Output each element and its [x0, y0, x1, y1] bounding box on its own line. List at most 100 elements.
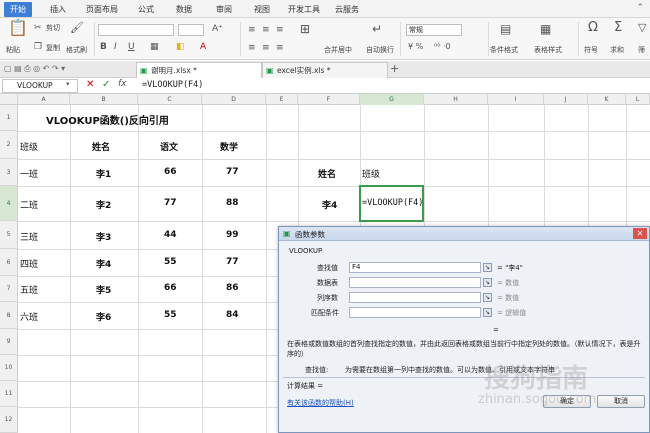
font-name-box[interactable] [98, 24, 174, 36]
cell-class[interactable]: 一班 [20, 167, 38, 180]
cut-icon[interactable]: ✂ [34, 23, 42, 33]
merge-center-label[interactable]: 合并居中 [324, 45, 352, 55]
cell-name[interactable]: 李5 [96, 283, 111, 296]
cell-lookup-name-label[interactable]: 姓名 [318, 167, 336, 180]
cell-lookup-class-label[interactable]: 班级 [362, 167, 380, 180]
cell-chinese[interactable]: 55 [164, 257, 177, 267]
align-center-icon[interactable]: ≡ [262, 43, 270, 53]
col-header[interactable]: D [202, 94, 266, 105]
cell-class[interactable]: 三班 [20, 230, 38, 243]
col-header[interactable]: J [544, 94, 588, 105]
formula-input[interactable]: =VLOOKUP(F4) [142, 80, 203, 90]
cell-header-class[interactable]: 班级 [20, 140, 38, 153]
decimal-icon[interactable]: ⁰⁰ ·0 [434, 42, 451, 52]
col-header[interactable]: E [266, 94, 298, 105]
cell-math[interactable]: 77 [226, 257, 239, 267]
cell-chinese[interactable]: 77 [164, 198, 177, 208]
sum-label[interactable]: 求和 [610, 45, 624, 55]
file-tab-inactive[interactable]: ▣ excel实例.xls * [262, 62, 388, 78]
cell-header-name[interactable]: 姓名 [92, 140, 110, 153]
cell-name[interactable]: 李3 [96, 230, 111, 243]
confirm-icon[interactable]: ✓ [102, 79, 110, 90]
copy-icon[interactable]: ❐ [34, 42, 42, 52]
align-left-icon[interactable]: ≡ [248, 43, 256, 53]
quick-access-icons[interactable]: ▢ ▤ ⎙ ◎ ↶ ↷ ▾ [4, 64, 65, 74]
tab-review[interactable]: 审阅 [210, 3, 238, 16]
increase-font-icon[interactable]: A⁺ [212, 24, 223, 34]
col-header-selected[interactable]: G [360, 94, 424, 105]
row-header[interactable]: 8 [0, 302, 18, 329]
cell-math[interactable]: 88 [226, 198, 239, 208]
row-header[interactable]: 5 [0, 221, 18, 249]
filter-label[interactable]: 筛 [638, 45, 645, 55]
format-painter-icon[interactable]: 🖌 [70, 22, 84, 33]
cell-chinese[interactable]: 55 [164, 310, 177, 320]
cancel-icon[interactable]: ✕ [86, 79, 94, 90]
wrap-text-icon[interactable]: ↵ [372, 23, 382, 35]
col-header[interactable]: B [70, 94, 138, 105]
filter-icon[interactable]: ▽ [638, 22, 646, 33]
cell-lookup-formula[interactable]: =VLOOKUP(F4) [362, 198, 423, 208]
col-header[interactable]: H [424, 94, 488, 105]
select-all-corner[interactable] [0, 94, 18, 105]
cancel-button[interactable]: 取消 [597, 395, 645, 408]
align-middle-icon[interactable]: ≡ [262, 25, 270, 35]
col-header[interactable]: F [298, 94, 360, 105]
conditional-format-label[interactable]: 条件格式 [490, 45, 518, 55]
border-icon[interactable]: ▦ [150, 42, 159, 52]
currency-icon[interactable]: ¥ % [408, 42, 423, 52]
row-header[interactable]: 9 [0, 329, 18, 355]
col-header[interactable]: L [626, 94, 650, 105]
italic-icon[interactable]: I [114, 42, 117, 52]
cell-class[interactable]: 二班 [20, 198, 38, 211]
cell-math[interactable]: 77 [226, 167, 239, 177]
col-header[interactable]: C [138, 94, 202, 105]
arg-input-match-type[interactable] [349, 307, 481, 318]
range-select-icon[interactable]: ↘ [483, 263, 492, 272]
file-tab-active[interactable]: ▣ 谢明月.xlsx * [136, 62, 262, 78]
col-header[interactable]: K [588, 94, 626, 105]
paste-icon[interactable]: 📋 [8, 20, 28, 36]
cell-name[interactable]: 李1 [96, 167, 111, 180]
row-header[interactable]: 7 [0, 276, 18, 302]
wrap-text-label[interactable]: 自动换行 [366, 45, 394, 55]
cell-class[interactable]: 五班 [20, 283, 38, 296]
tab-developer[interactable]: 开发工具 [284, 3, 324, 16]
cell-class[interactable]: 六班 [20, 310, 38, 323]
row-header[interactable]: 2 [0, 131, 18, 159]
merge-center-icon[interactable]: ⊞ [300, 23, 310, 35]
tab-insert[interactable]: 插入 [44, 3, 72, 16]
tab-page-layout[interactable]: 页面布局 [82, 3, 122, 16]
symbol-icon[interactable]: Ω [588, 21, 598, 34]
fx-icon[interactable]: fx [118, 79, 127, 89]
conditional-format-icon[interactable]: ▤ [500, 23, 511, 35]
cell-header-math[interactable]: 数学 [220, 140, 238, 153]
fill-color-icon[interactable]: ◧ [176, 42, 185, 52]
cell-math[interactable]: 99 [226, 230, 239, 240]
tab-cloud[interactable]: 云服务 [330, 3, 364, 16]
collapse-ribbon-icon[interactable]: ⌃ [636, 3, 644, 13]
col-header[interactable]: A [18, 94, 70, 105]
cell-chinese[interactable]: 66 [164, 283, 177, 293]
cell-math[interactable]: 84 [226, 310, 239, 320]
help-link[interactable]: 有关该函数的帮助(H) [287, 398, 354, 408]
cell-name[interactable]: 李4 [96, 257, 111, 270]
tab-home[interactable]: 开始 [4, 2, 32, 17]
table-style-label[interactable]: 表格样式 [534, 45, 562, 55]
symbol-label[interactable]: 符号 [584, 45, 598, 55]
tab-formulas[interactable]: 公式 [132, 3, 160, 16]
cell-name[interactable]: 李2 [96, 198, 111, 211]
row-header[interactable]: 12 [0, 407, 18, 433]
align-top-icon[interactable]: ≡ [248, 25, 256, 35]
paste-label[interactable]: 粘贴 [6, 45, 20, 55]
copy-label[interactable]: 复制 [46, 43, 60, 53]
cell-class[interactable]: 四班 [20, 257, 38, 270]
cell-chinese[interactable]: 66 [164, 167, 177, 177]
row-header[interactable]: 3 [0, 159, 18, 186]
underline-icon[interactable]: U [128, 42, 135, 52]
sum-icon[interactable]: Σ [614, 21, 622, 34]
range-select-icon[interactable]: ↘ [483, 278, 492, 287]
cell-lookup-name-value[interactable]: 李4 [322, 198, 337, 211]
arg-input-col-index[interactable] [349, 292, 481, 303]
row-header-selected[interactable]: 4 [0, 186, 18, 221]
